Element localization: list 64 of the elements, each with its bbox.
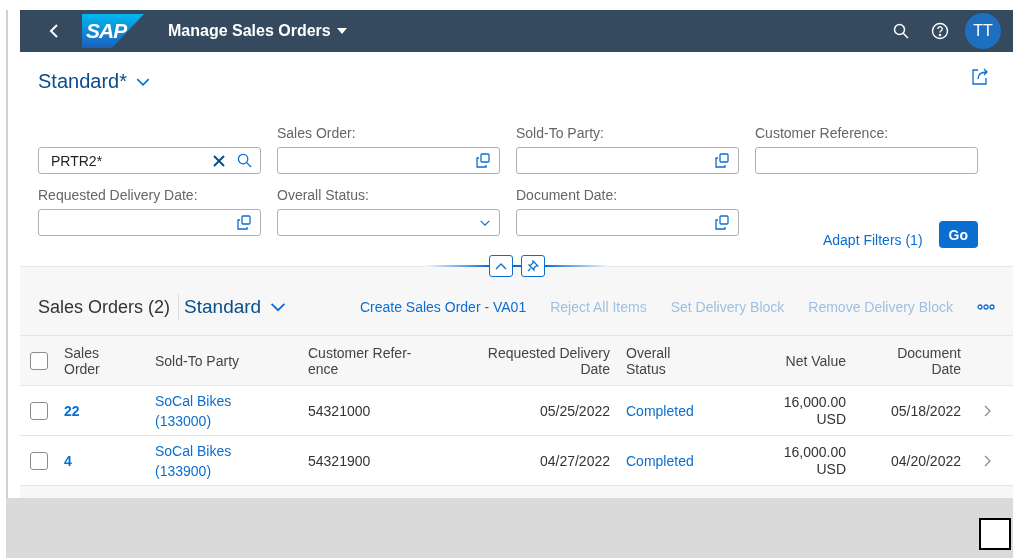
- filter-label: Document Date:: [516, 187, 619, 205]
- column-header: Document Date: [896, 344, 961, 377]
- pin-header-button[interactable]: [521, 255, 545, 277]
- toolbar-action[interactable]: Create Sales Order - VA01: [359, 299, 527, 315]
- help-button[interactable]: [931, 22, 949, 40]
- sales-order-link[interactable]: 4: [64, 450, 72, 471]
- select-all-checkbox[interactable]: [30, 351, 48, 370]
- pin-icon[interactable]: [527, 260, 539, 272]
- variant-selector[interactable]: Standard*: [38, 70, 151, 93]
- filter-label: Sales Order:: [277, 125, 357, 143]
- row-checkbox[interactable]: [30, 401, 48, 420]
- status-link[interactable]: Completed: [626, 400, 694, 421]
- input-field[interactable]: [755, 147, 978, 174]
- table-cell-text: 54321900: [308, 451, 371, 471]
- app-title[interactable]: Manage Sales Orders: [168, 22, 331, 40]
- chevron-right-icon[interactable]: [983, 454, 991, 467]
- value-help-icon[interactable]: [475, 152, 491, 169]
- search-button[interactable]: [893, 23, 909, 39]
- select-field[interactable]: [277, 209, 500, 236]
- logo: SAP: [82, 14, 144, 48]
- search-icon[interactable]: [237, 153, 252, 168]
- share-icon[interactable]: [971, 66, 989, 85]
- go-button[interactable]: Go: [938, 221, 978, 248]
- table-cell-text: 16,000.00 USD: [782, 443, 846, 478]
- column-header: Sold-To Party: [155, 352, 240, 369]
- chevron-up-icon[interactable]: [495, 262, 507, 270]
- column-header: Overall Status: [626, 344, 672, 377]
- status-link[interactable]: Completed: [626, 450, 694, 471]
- user-avatar[interactable]: TT: [965, 13, 1001, 49]
- column-header: Customer Refer-ence: [308, 344, 413, 377]
- clear-icon[interactable]: [213, 154, 225, 167]
- square-box: [979, 518, 1011, 550]
- chevron-right-icon[interactable]: [983, 404, 991, 417]
- column-header: Sales Order: [64, 344, 101, 377]
- table-variant-selector[interactable]: Standard: [184, 296, 288, 318]
- column-header: Net Value: [785, 352, 846, 369]
- filter-label: Overall Status:: [277, 187, 370, 205]
- input-value[interactable]: PRTR2*: [49, 151, 201, 170]
- input-field[interactable]: [516, 147, 739, 174]
- table-cell-text: 16,000.00 USD: [782, 393, 846, 428]
- sales-order-link[interactable]: 22: [64, 400, 80, 421]
- value-help-icon[interactable]: [714, 214, 730, 231]
- table-cell-text: 04/27/2022: [539, 451, 610, 471]
- caret-icon[interactable]: [336, 27, 347, 35]
- table-cell-text: 54321000: [308, 401, 371, 421]
- row-checkbox[interactable]: [30, 451, 48, 470]
- table-title: Sales Orders (2): [38, 296, 171, 318]
- input-field[interactable]: [38, 209, 261, 236]
- table-cell-text: 04/20/2022: [890, 451, 961, 471]
- value-help-icon[interactable]: [714, 152, 730, 169]
- overflow-icon[interactable]: [977, 304, 995, 310]
- adapt-filters-link[interactable]: Adapt Filters (1): [822, 232, 923, 248]
- input-field[interactable]: [277, 147, 500, 174]
- filter-label: Requested Delivery Date:: [38, 187, 199, 205]
- table-cell-text: 05/25/2022: [539, 401, 610, 421]
- column-header: Requested Delivery Date: [486, 344, 610, 377]
- collapse-header-button[interactable]: [489, 255, 513, 277]
- input-field[interactable]: [516, 209, 739, 236]
- filter-label: Customer Reference:: [755, 125, 890, 143]
- back-button[interactable]: [48, 23, 60, 39]
- filter-label: Sold-To Party:: [516, 125, 605, 143]
- table-cell-text: 05/18/2022: [890, 401, 961, 421]
- search-field[interactable]: PRTR2*: [38, 147, 261, 174]
- value-help-icon[interactable]: [236, 214, 252, 231]
